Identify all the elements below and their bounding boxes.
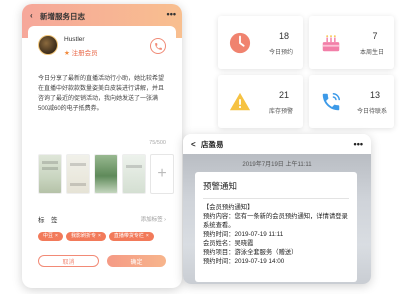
- chat-header: < 店盈易 •••: [183, 134, 371, 154]
- tag-label: 标 签: [38, 217, 58, 224]
- stat-stock-warning[interactable]: 21 库存预警: [218, 75, 303, 128]
- image-thumbnail[interactable]: [122, 154, 146, 194]
- image-thumbnail[interactable]: [66, 154, 90, 194]
- avatar: [38, 35, 58, 55]
- chat-body: 2019年7月19日 上午11:11 预警通知 【会员预约通知】 预约内容：您有…: [183, 154, 371, 284]
- action-buttons: 取消 确定: [28, 241, 176, 267]
- stat-label: 库存预警: [268, 109, 293, 115]
- back-button[interactable]: ‹: [30, 11, 40, 20]
- image-thumbnail[interactable]: [38, 154, 62, 194]
- stat-number: 13: [369, 90, 380, 100]
- call-button[interactable]: [150, 38, 166, 54]
- page-title: 新增服务日志: [40, 12, 85, 21]
- stat-today-contacts[interactable]: 13 今日待联系: [309, 75, 394, 128]
- message-timestamp: 2019年7月19日 上午11:11: [242, 162, 312, 168]
- notification-line: 预约内容：您有一条新的会员预约通知，详情请登录系统查看。: [203, 213, 348, 229]
- notification-title: 预警通知: [203, 181, 238, 191]
- image-thumbnail[interactable]: [94, 154, 118, 194]
- tag-row: 标 签 添加标签 ›: [28, 194, 176, 224]
- chat-title: 店盈易: [201, 139, 224, 149]
- member-info: Hustler ★ 注册会员: [28, 26, 176, 68]
- member-badge-label: 注册会员: [71, 50, 98, 57]
- service-log-screen: ‹ 新增服务日志 ••• Hustler ★ 注册会员 今日分享了最新的直播活动…: [22, 4, 182, 288]
- stat-today-appointments[interactable]: 18 今日预约: [218, 16, 303, 69]
- notification-line: 【会员预约通知】: [203, 204, 254, 211]
- more-menu-button[interactable]: •••: [354, 139, 363, 149]
- add-tag-label: 添加标签: [140, 217, 163, 223]
- stats-grid: 18 今日预约 7 本周生日 21 库存预警 13 今日待联系: [218, 16, 394, 128]
- chevron-right-icon: ›: [164, 217, 166, 223]
- close-icon[interactable]: ×: [55, 233, 58, 239]
- store-message-screen: < 店盈易 ••• 2019年7月19日 上午11:11 预警通知 【会员预约通…: [183, 134, 371, 284]
- log-content-input[interactable]: 今日分享了最新的直播活动行小助，她比较希望在直播中好款款数量姿美白皮装进行讲解，…: [28, 68, 176, 134]
- member-badge: ★ 注册会员: [64, 47, 98, 57]
- stat-label: 今日待联系: [356, 109, 387, 115]
- notification-line: 预约时间：2019-07-19 11:11: [203, 231, 284, 238]
- tag-chip-label: 中豆: [43, 233, 54, 239]
- submit-button[interactable]: 确定: [107, 255, 166, 267]
- stat-number: 7: [372, 31, 378, 41]
- phone-call-icon: [319, 90, 343, 114]
- notification-card[interactable]: 预警通知 【会员预约通知】 预约内容：您有一条新的会员预约通知，详情请登录系统查…: [195, 172, 357, 282]
- add-image-button[interactable]: +: [150, 154, 174, 194]
- service-log-card: Hustler ★ 注册会员 今日分享了最新的直播活动行小助，她比较希望在直播中…: [28, 26, 176, 281]
- tag-chip[interactable]: 中豆 ×: [38, 232, 63, 241]
- stat-week-birthdays[interactable]: 7 本周生日: [309, 16, 394, 69]
- close-icon[interactable]: ×: [98, 233, 101, 239]
- stat-number: 18: [278, 31, 289, 41]
- notification-line: 预约项目：游泳全套服务（赠送）: [203, 249, 298, 256]
- plus-icon: +: [157, 165, 167, 182]
- tag-chip[interactable]: 直播带货专栏 ×: [108, 232, 154, 241]
- back-button[interactable]: <: [191, 140, 201, 149]
- cancel-button[interactable]: 取消: [38, 255, 99, 267]
- close-icon[interactable]: ×: [146, 233, 149, 239]
- more-menu-button[interactable]: •••: [167, 10, 176, 19]
- star-icon: ★: [64, 50, 70, 57]
- stat-label: 今日预约: [268, 50, 293, 56]
- stat-label: 本周生日: [359, 50, 384, 56]
- add-tag-button[interactable]: 添加标签 ›: [141, 215, 166, 223]
- stat-number: 21: [278, 90, 289, 100]
- member-name: Hustler: [64, 36, 85, 43]
- clock-icon: [228, 31, 252, 55]
- image-list: +: [28, 146, 176, 194]
- phone-icon: [154, 42, 162, 50]
- tag-list: 中豆 × 我影刷折专 × 直播带货专栏 ×: [28, 224, 176, 241]
- warning-icon: [228, 90, 252, 114]
- cake-icon: [319, 31, 343, 55]
- tag-chip-label: 我影刷折专: [70, 233, 96, 239]
- tag-chip-label: 直播带货专栏: [113, 233, 144, 239]
- divider: [203, 198, 349, 199]
- notification-line: 会员姓名：吴晓霞: [203, 240, 254, 247]
- notification-line: 预约时间：2019-07-19 14:00: [203, 258, 285, 265]
- tag-chip[interactable]: 我影刷折专 ×: [65, 232, 106, 241]
